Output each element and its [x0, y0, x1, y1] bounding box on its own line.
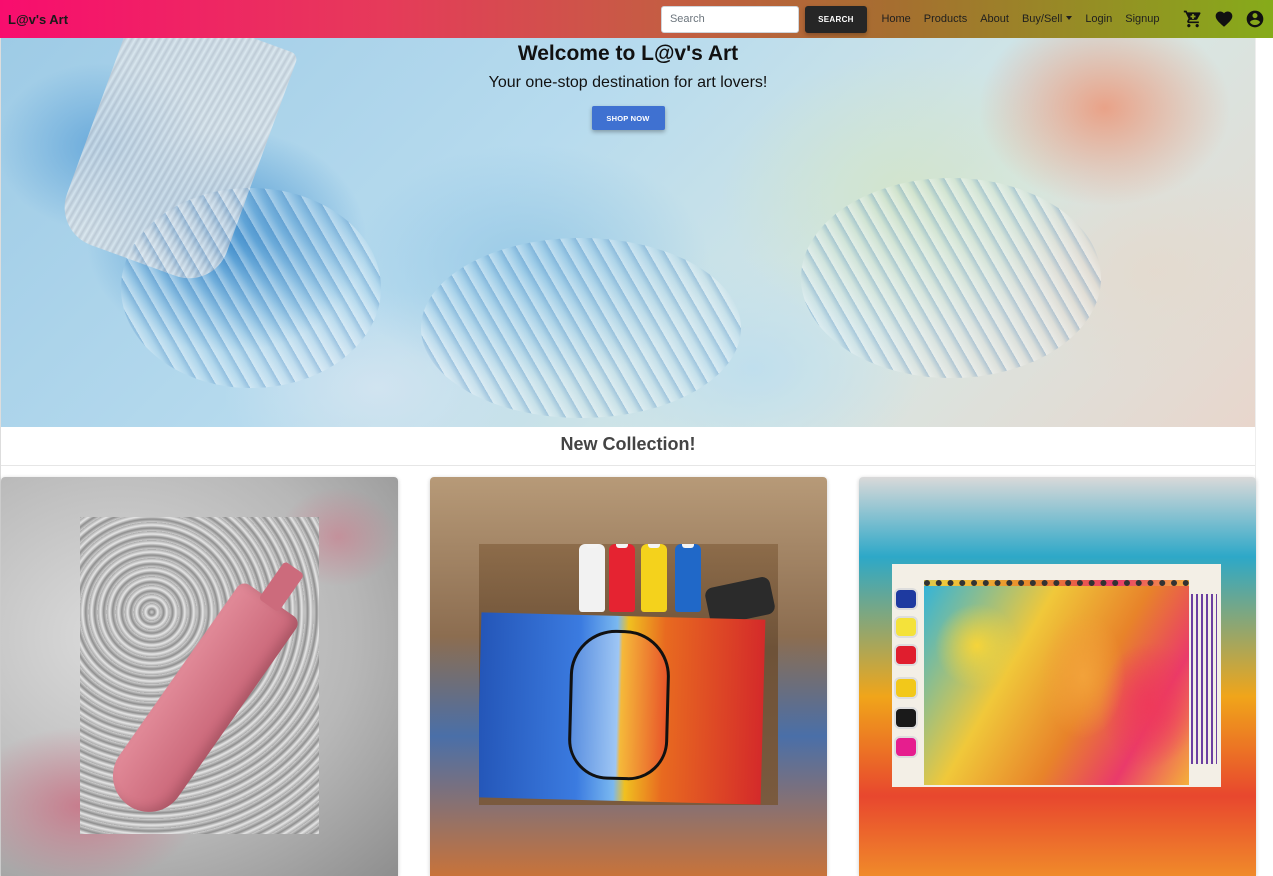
heart-icon[interactable] [1214, 9, 1234, 29]
product-image-krishna-painting[interactable] [892, 564, 1221, 787]
product-card[interactable] [859, 477, 1256, 876]
shiva-face-illustration [567, 628, 672, 782]
hero-paint-texture [801, 178, 1101, 378]
account-icon[interactable] [1245, 9, 1265, 29]
product-image-shiva-painting[interactable] [479, 544, 778, 805]
nav-links: Home Products About Buy/Sell Login Signu… [875, 13, 1166, 25]
hero-subtitle: Your one-stop destination for art lovers… [488, 74, 768, 91]
paint-jar [894, 736, 918, 758]
page-gutter [1255, 38, 1273, 876]
nav-dropdown-buy-sell-label: Buy/Sell [1021, 13, 1063, 25]
product-card[interactable] [430, 477, 827, 876]
cart-icon[interactable] [1183, 9, 1203, 29]
paint-jar [894, 644, 918, 666]
navbar-right: SEARCH Home Products About Buy/Sell Logi… [660, 0, 1265, 38]
search-button[interactable]: SEARCH [804, 5, 867, 33]
hero-paint-texture [421, 238, 741, 418]
paint-bottle-blue [675, 544, 701, 612]
nav-link-home[interactable]: Home [881, 13, 910, 25]
hero-content: Welcome to L@v's Art Your one-stop desti… [1, 38, 1255, 130]
paint-jar [894, 616, 918, 638]
nav-dropdown-buy-sell[interactable]: Buy/Sell [1021, 13, 1073, 25]
product-image-painted-bottle[interactable] [80, 517, 319, 834]
painted-bottle-illustration [98, 579, 302, 827]
nav-link-products[interactable]: Products [924, 13, 967, 25]
nav-link-about[interactable]: About [980, 13, 1009, 25]
paint-jar [894, 707, 918, 729]
paint-jar [894, 677, 918, 699]
product-card[interactable] [1, 477, 398, 876]
navbar: L@v's Art SEARCH Home Products About Buy… [0, 0, 1273, 38]
caret-down-icon [1066, 16, 1073, 20]
new-collection-heading: New Collection! [1, 427, 1255, 466]
hero-title: Welcome to L@v's Art [517, 42, 739, 65]
nav-link-login[interactable]: Login [1085, 13, 1112, 25]
shop-now-button[interactable]: SHOP NOW [591, 106, 665, 130]
nav-link-signup[interactable]: Signup [1125, 13, 1159, 25]
sketchbook-painting [924, 580, 1189, 785]
hero-paint-texture [121, 188, 381, 388]
paint-bottle-yellow [641, 544, 667, 612]
paintbrushes [1191, 594, 1217, 764]
search-input[interactable] [660, 5, 799, 33]
brand-logo[interactable]: L@v's Art [8, 12, 68, 27]
paint-bottle-red [609, 544, 635, 612]
hero-banner: Welcome to L@v's Art Your one-stop desti… [1, 38, 1255, 427]
painting-canvas [479, 612, 766, 805]
paint-bottle-white [579, 544, 605, 612]
paint-jar [894, 588, 918, 610]
